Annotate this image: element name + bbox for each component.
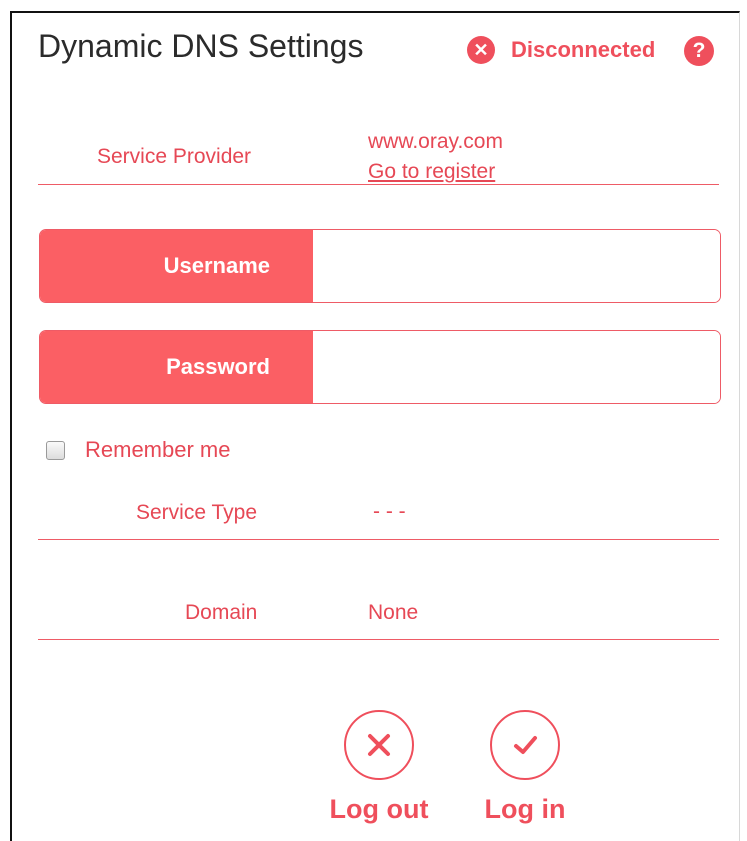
x-circle-button-icon[interactable]	[344, 710, 414, 780]
close-icon	[368, 734, 390, 756]
username-label: Username	[40, 230, 313, 302]
service-provider-value: www.oray.com	[368, 130, 503, 153]
domain-divider	[38, 639, 719, 640]
login-button[interactable]: Log in	[475, 710, 575, 825]
x-circle-icon: ✕	[467, 36, 495, 64]
password-field: Password	[39, 330, 721, 404]
page-title: Dynamic DNS Settings	[38, 28, 364, 64]
status-text: Disconnected	[511, 37, 656, 62]
remember-me-control[interactable]: Remember me	[46, 437, 230, 463]
service-provider-label: Service Provider	[97, 145, 252, 168]
password-input[interactable]	[313, 331, 720, 403]
service-type-label: Service Type	[136, 501, 258, 524]
connection-status: ✕ Disconnected	[467, 36, 655, 64]
login-label[interactable]: Log in	[475, 794, 575, 825]
logout-button[interactable]: Log out	[329, 710, 429, 825]
remember-me-checkbox[interactable]	[46, 440, 65, 460]
service-type-value: - - -	[373, 500, 406, 523]
domain-label: Domain	[185, 601, 258, 624]
question-circle-icon[interactable]: ?	[684, 36, 714, 66]
logout-label[interactable]: Log out	[329, 794, 429, 825]
username-field: Username	[39, 229, 721, 303]
remember-me-label[interactable]: Remember me	[85, 437, 230, 463]
domain-value: None	[368, 601, 419, 624]
username-input[interactable]	[313, 230, 720, 302]
check-circle-button-icon[interactable]	[490, 710, 560, 780]
service-type-divider	[38, 539, 719, 540]
check-icon	[514, 736, 537, 754]
password-label: Password	[40, 331, 313, 403]
service-provider-divider	[38, 184, 719, 185]
register-link[interactable]: Go to register	[368, 160, 495, 184]
